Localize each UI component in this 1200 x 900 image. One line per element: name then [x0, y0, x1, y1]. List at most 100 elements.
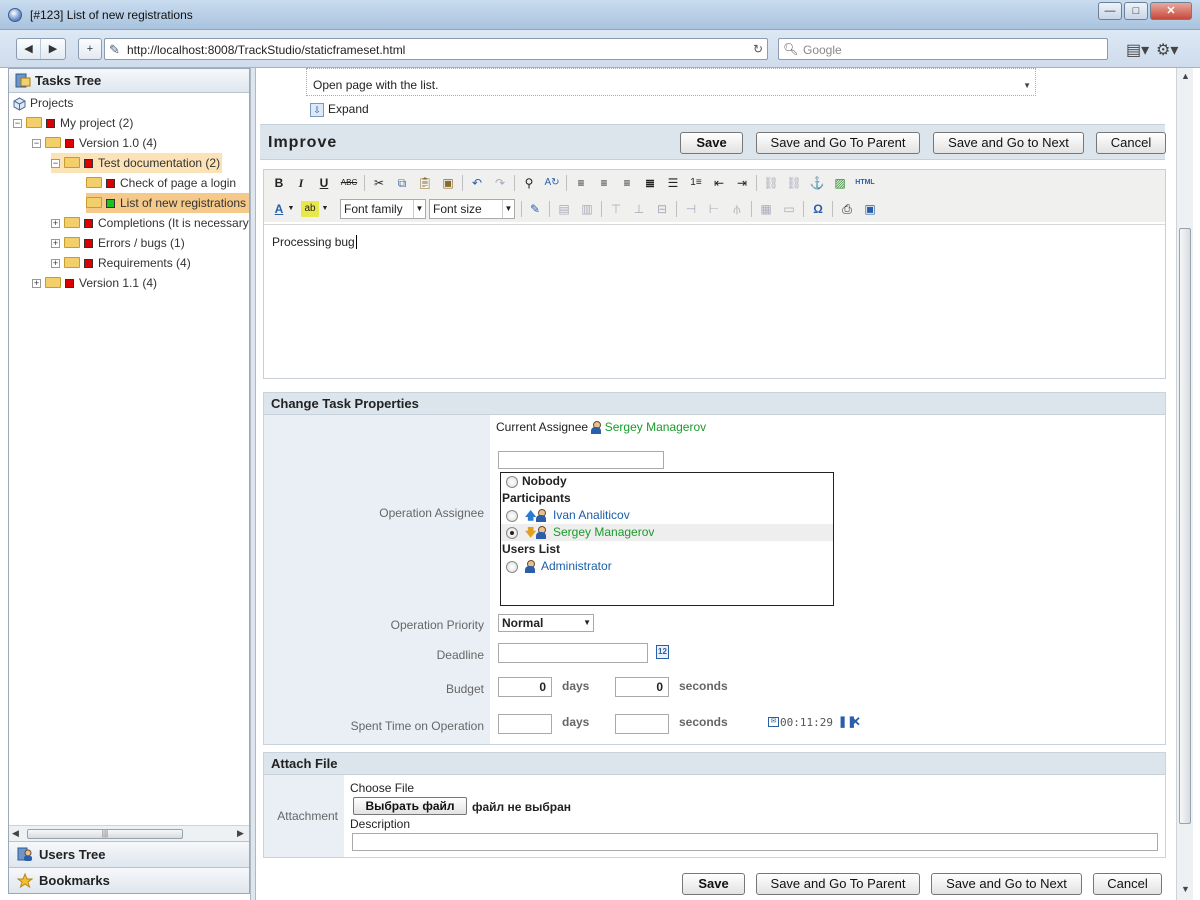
tree-item-check-login[interactable]: Check of page a login	[86, 173, 236, 193]
insert-col-after-icon[interactable]: ⊢	[705, 201, 723, 217]
table-row-icon[interactable]: ▤	[555, 201, 573, 217]
tree-item-completions[interactable]: + Completions (It is necessary	[51, 213, 249, 233]
scroll-thumb[interactable]	[1179, 228, 1191, 824]
outdent-icon[interactable]: ⇤	[710, 175, 728, 191]
content-vertical-scrollbar[interactable]: ▲ ▼	[1176, 68, 1193, 900]
highlight-dropdown-icon[interactable]: ▼	[320, 201, 330, 217]
collapse-icon[interactable]: −	[13, 119, 22, 129]
delete-row-icon[interactable]: ⊟	[653, 201, 671, 217]
calendar-icon[interactable]: 12	[656, 645, 669, 659]
expand-icon[interactable]: +	[51, 219, 60, 229]
tree-item-test-documentation[interactable]: − Test documentation (2)	[51, 153, 223, 173]
font-size-select[interactable]: Font size ▼	[429, 199, 515, 219]
fullscreen-icon[interactable]: ▣	[861, 201, 879, 217]
current-assignee-link[interactable]: Sergey Managerov	[605, 420, 706, 434]
bold-icon[interactable]: B	[270, 175, 288, 191]
expand-icon[interactable]: +	[51, 259, 60, 269]
scroll-right-icon[interactable]: ▶	[237, 828, 244, 839]
scroll-up-icon[interactable]: ▲	[1181, 71, 1190, 81]
delete-col-icon[interactable]: ⫛	[728, 201, 746, 217]
cancel-button[interactable]: Cancel	[1096, 132, 1166, 154]
paste-icon[interactable]: 📋︎	[416, 175, 434, 191]
close-window-button[interactable]: ✕	[1150, 2, 1192, 20]
expand-icon[interactable]: +	[32, 279, 41, 289]
tree-item-version-1-1[interactable]: + Version 1.1 (4)	[32, 273, 157, 293]
tree-horizontal-scrollbar[interactable]: ◀ ||| ▶	[9, 825, 249, 841]
special-char-icon[interactable]: Ω	[809, 201, 827, 217]
user-name[interactable]: Administrator	[541, 558, 612, 575]
bookmarks-header[interactable]: Bookmarks	[9, 867, 249, 893]
search-box[interactable]: 🔍︎ Google	[778, 38, 1108, 60]
paste-word-icon[interactable]: ▣	[439, 175, 457, 191]
deadline-input[interactable]	[498, 643, 648, 663]
redo-icon[interactable]: ↷	[491, 175, 509, 191]
html-icon[interactable]: HTML	[854, 175, 876, 191]
insert-row-after-icon[interactable]: ⊥	[630, 201, 648, 217]
underline-icon[interactable]: U	[315, 175, 333, 191]
strikethrough-icon[interactable]: ABC	[338, 175, 360, 191]
scroll-left-icon[interactable]: ◀	[12, 828, 19, 839]
collapse-icon[interactable]: −	[32, 139, 41, 149]
assignee-option-nobody[interactable]: Nobody	[501, 473, 833, 490]
save-button[interactable]: Save	[680, 132, 743, 154]
link-icon[interactable]: ⛓	[762, 175, 780, 191]
numbered-list-icon[interactable]: 1≡	[687, 175, 705, 191]
tasks-tree-header[interactable]: Tasks Tree	[9, 69, 249, 93]
radio-ivan[interactable]	[506, 510, 518, 522]
radio-administrator[interactable]	[506, 561, 518, 573]
save-button-bottom[interactable]: Save	[682, 873, 745, 895]
page-menu-icon[interactable]: ▤▾	[1126, 40, 1149, 60]
priority-select[interactable]: Normal ▼	[498, 614, 594, 632]
indent-icon[interactable]: ⇥	[733, 175, 751, 191]
collapse-icon[interactable]: −	[51, 159, 60, 169]
maximize-button[interactable]: □	[1124, 2, 1148, 20]
budget-seconds-input[interactable]: 0	[615, 677, 669, 697]
save-go-parent-button-bottom[interactable]: Save and Go To Parent	[756, 873, 920, 895]
tree-item-projects[interactable]: Projects	[13, 93, 73, 113]
assignee-option-administrator[interactable]: Administrator	[501, 558, 833, 575]
description-input[interactable]	[352, 833, 1158, 851]
highlight-icon[interactable]: ab	[301, 201, 319, 217]
edit-source-icon[interactable]: ✎	[526, 201, 544, 217]
dropdown-arrow-icon[interactable]: ▼	[1023, 81, 1031, 90]
align-center-icon[interactable]: ≡	[595, 175, 613, 191]
text-color-dropdown-icon[interactable]: ▼	[286, 201, 296, 217]
italic-icon[interactable]: I	[292, 175, 310, 191]
anchor-icon[interactable]: ⚓	[808, 175, 826, 191]
expand-icon[interactable]: +	[51, 239, 60, 249]
print-icon[interactable]: ⎙	[838, 201, 856, 217]
scroll-down-icon[interactable]: ▼	[1181, 884, 1190, 894]
merge-cells-icon[interactable]: ▭	[780, 201, 798, 217]
replace-icon[interactable]: A↻	[543, 175, 561, 191]
panel-splitter[interactable]	[250, 68, 256, 900]
minimize-button[interactable]: —	[1098, 2, 1122, 20]
participant-name[interactable]: Sergey Managerov	[553, 524, 654, 541]
radio-sergey[interactable]	[506, 527, 518, 539]
gear-icon[interactable]: ⚙▾	[1156, 40, 1178, 60]
split-cells-icon[interactable]: ▦	[757, 201, 775, 217]
insert-col-before-icon[interactable]: ⊣	[682, 201, 700, 217]
align-right-icon[interactable]: ≡	[618, 175, 636, 191]
participant-name[interactable]: Ivan Analiticov	[553, 507, 630, 524]
image-icon[interactable]: ▨	[831, 175, 849, 191]
find-icon[interactable]: ⚲	[520, 175, 538, 191]
save-go-next-button[interactable]: Save and Go to Next	[933, 132, 1084, 154]
assignee-option-sergey[interactable]: 🡇 Sergey Managerov	[501, 524, 833, 541]
users-tree-header[interactable]: Users Tree	[9, 841, 249, 867]
font-family-select[interactable]: Font family ▼	[340, 199, 426, 219]
unlink-icon[interactable]: ⛓	[785, 175, 803, 191]
save-go-next-button-bottom[interactable]: Save and Go to Next	[931, 873, 1082, 895]
choose-file-button[interactable]: Выбрать файл	[353, 797, 467, 815]
address-bar[interactable]: ✎ http://localhost:8008/TrackStudio/stat…	[104, 38, 768, 60]
align-justify-icon[interactable]: ≣	[641, 175, 659, 191]
tree-item-requirements[interactable]: + Requirements (4)	[51, 253, 191, 273]
cut-icon[interactable]: ✂	[370, 175, 388, 191]
undo-icon[interactable]: ↶	[468, 175, 486, 191]
table-cell-icon[interactable]: ▥	[578, 201, 596, 217]
copy-icon[interactable]: ⧉	[393, 175, 411, 191]
align-left-icon[interactable]: ≡	[572, 175, 590, 191]
forward-icon[interactable]: ▶	[41, 39, 65, 59]
scroll-thumb[interactable]: |||	[27, 829, 183, 839]
cancel-button-bottom[interactable]: Cancel	[1093, 873, 1162, 895]
new-tab-button[interactable]: +	[78, 38, 102, 60]
